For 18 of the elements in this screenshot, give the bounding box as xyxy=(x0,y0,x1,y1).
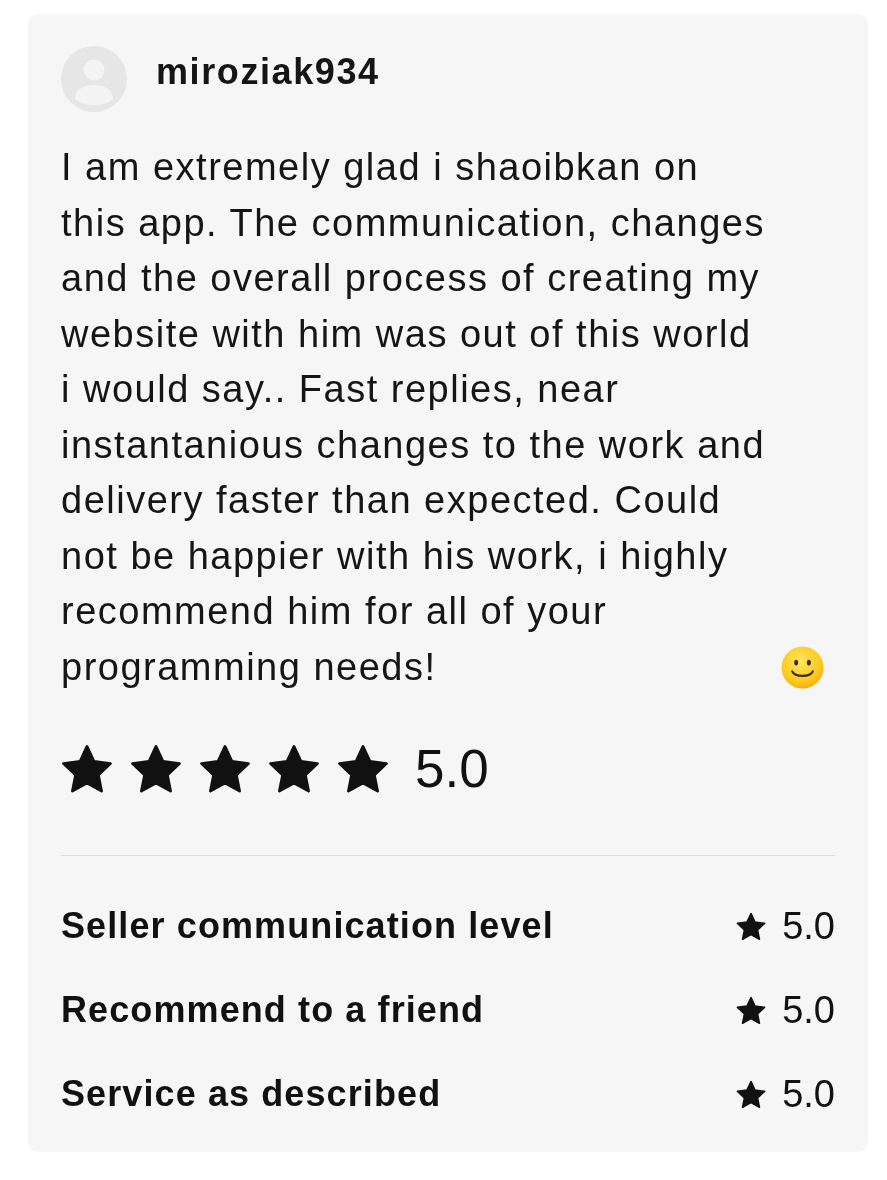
star-icon xyxy=(130,744,182,794)
rating-category: Seller communication level xyxy=(61,905,554,947)
star-icon xyxy=(61,744,113,794)
star-icon xyxy=(199,744,251,794)
rating-category: Service as described xyxy=(61,1073,442,1115)
star-icon xyxy=(736,995,767,1025)
category-score: 5.0 xyxy=(782,988,835,1032)
star-icon xyxy=(736,1079,767,1109)
category-score: 5.0 xyxy=(782,1072,835,1116)
star-icon xyxy=(268,744,320,794)
rating-category: Recommend to a friend xyxy=(61,989,485,1031)
rating-score: 5.0 xyxy=(415,741,489,797)
star-icon xyxy=(337,744,389,794)
reviewer-name: miroziak934 xyxy=(156,50,380,94)
smiley-emoji-icon xyxy=(781,646,824,689)
star-icon xyxy=(736,911,767,941)
category-score: 5.0 xyxy=(782,904,835,948)
review-text: I am extremely glad i shaoibkan on this app. The communication, changes and the overall process of creating my website with him was out of this world i would say.. Fast replies, near instantanious changes to the work and delivery faster than expected. Could not be happier with his work, i highly recommend him for all of your programming needs! xyxy=(61,145,767,690)
